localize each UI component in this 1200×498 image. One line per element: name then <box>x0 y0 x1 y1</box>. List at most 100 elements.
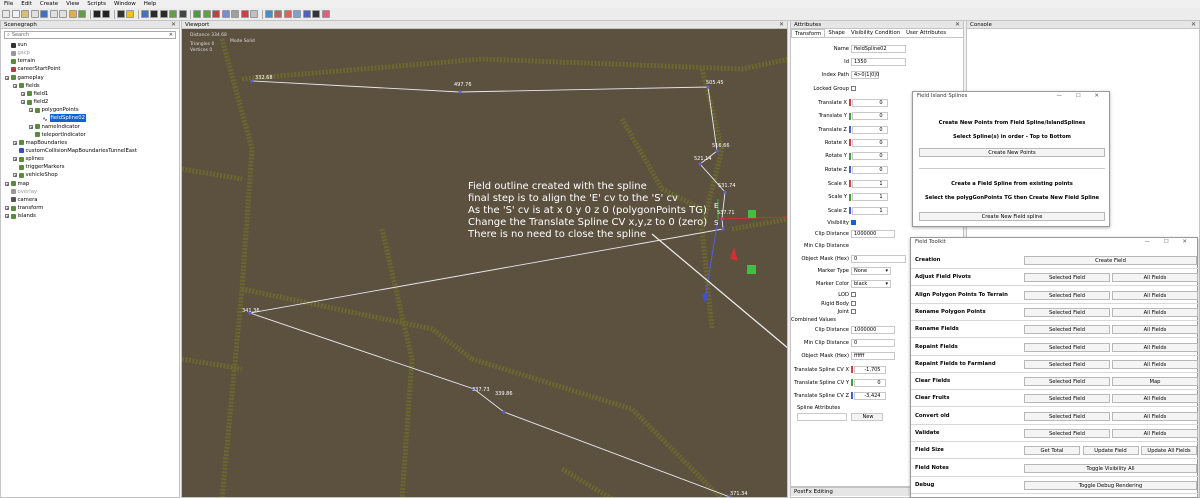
tree-item[interactable]: + splines <box>13 155 44 163</box>
expand-toggle-icon[interactable]: + <box>13 157 17 162</box>
toolkit-button[interactable]: All Fields <box>1112 273 1198 283</box>
menu-file[interactable]: File <box>0 0 17 8</box>
combined-min-clip-field[interactable]: 0 <box>851 338 895 347</box>
tree-item[interactable]: gscp <box>5 49 30 57</box>
gizmo-handle[interactable] <box>747 265 756 274</box>
menu-edit[interactable]: Edit <box>17 0 36 8</box>
terrain-view[interactable]: 332.68 497.76 505.45 516.66 521.14 531.74 537.… <box>182 29 788 498</box>
spline-cv-point[interactable] <box>458 90 462 94</box>
translate-field[interactable]: 0 <box>851 125 888 134</box>
combined-clip-field[interactable]: 1000000 <box>851 325 895 334</box>
tree-item[interactable]: + vehicleShop <box>13 171 58 179</box>
toolkit-button[interactable]: All Fields <box>1112 394 1198 404</box>
expand-toggle-icon[interactable]: + <box>29 108 33 113</box>
spline-cv-field[interactable]: -1,705 <box>853 365 886 374</box>
locked-group-checkbox[interactable] <box>851 86 856 91</box>
toolbar-tool-icon[interactable] <box>193 10 201 18</box>
toolbar-tool-icon[interactable] <box>274 10 282 18</box>
toolkit-button[interactable]: Selected Field <box>1024 307 1110 317</box>
tab-transform[interactable]: Transform <box>791 29 826 37</box>
toolbar-tool-icon[interactable] <box>212 10 220 18</box>
tree-item[interactable]: + mapBoundaries <box>13 139 67 147</box>
spline-cv-point[interactable] <box>250 79 254 83</box>
spline-cv-point[interactable] <box>502 410 506 414</box>
tree-item[interactable]: + gameplay <box>5 74 44 82</box>
toolbar-tool-icon[interactable] <box>78 10 86 18</box>
menu-view[interactable]: View <box>62 0 83 8</box>
clip-distance-field[interactable]: 1000000 <box>851 229 895 238</box>
toolkit-button[interactable]: All Fields <box>1112 359 1198 369</box>
expand-toggle-icon[interactable]: + <box>5 181 9 186</box>
toolkit-button[interactable]: All Fields <box>1112 290 1198 300</box>
toolkit-button[interactable]: Toggle Debug Rendering <box>1024 480 1197 490</box>
tree-item[interactable]: + map <box>5 180 29 188</box>
close-icon[interactable]: ✕ <box>171 21 176 29</box>
toolkit-button[interactable]: Get Total <box>1024 446 1080 456</box>
toolkit-button[interactable]: Selected Field <box>1024 325 1110 335</box>
rotate-field[interactable]: 0 <box>851 152 888 160</box>
menu-window[interactable]: Window <box>110 0 140 8</box>
tree-item[interactable]: + field1 <box>21 90 48 98</box>
toolkit-button[interactable]: Selected Field <box>1024 273 1110 283</box>
toolkit-button[interactable]: Selected Field <box>1024 411 1110 421</box>
tree-item[interactable]: careerStartPoint <box>5 65 61 73</box>
toolbar-tool-icon[interactable] <box>40 10 48 18</box>
close-icon[interactable]: ✕ <box>779 21 784 29</box>
visibility-checkbox[interactable] <box>851 220 856 225</box>
toolbar-tool-icon[interactable] <box>150 10 158 18</box>
toolkit-button[interactable]: Selected Field <box>1024 290 1110 300</box>
toolbar-tool-icon[interactable] <box>21 10 29 18</box>
tree-item[interactable]: + fields <box>13 82 40 90</box>
expand-toggle-icon[interactable]: + <box>5 214 9 219</box>
toolbar-tool-icon[interactable] <box>169 10 177 18</box>
spline-cv-field[interactable]: 0 <box>853 378 886 387</box>
viewport-panel[interactable]: Viewport ✕ 332.68 497.76 505.45 516.66 521.14… <box>181 20 788 498</box>
menu-create[interactable]: Create <box>36 0 62 8</box>
new-button[interactable]: New <box>851 412 883 421</box>
toolbar-tool-icon[interactable] <box>11 10 20 18</box>
scale-field[interactable]: 1 <box>851 179 888 188</box>
create-new-field-spline-button[interactable]: Create New Field spline <box>919 212 1105 221</box>
marker-color-dropdown[interactable]: black <box>851 279 891 288</box>
spline-cv-field[interactable]: -3,424 <box>853 391 886 400</box>
close-icon[interactable]: ✕ <box>955 21 960 29</box>
search-input[interactable]: ⌕ Search ✕ <box>4 31 176 39</box>
toolbar-tool-icon[interactable] <box>116 10 125 18</box>
tree-item[interactable]: sun <box>5 41 27 49</box>
gizmo-handle[interactable] <box>748 210 756 218</box>
rotate-field[interactable]: 0 <box>851 165 888 174</box>
create-new-points-button[interactable]: Create New Points <box>919 148 1105 157</box>
menu-scripts[interactable]: Scripts <box>83 0 110 8</box>
id-field[interactable]: 1350 <box>851 57 906 66</box>
expand-toggle-icon[interactable]: + <box>5 75 9 80</box>
spline-cv-point[interactable] <box>715 149 719 153</box>
toolkit-button[interactable]: All Fields <box>1112 411 1198 421</box>
toolbar-tool-icon[interactable] <box>231 10 239 18</box>
toolkit-button[interactable]: Selected Field <box>1024 394 1110 404</box>
toolkit-button[interactable]: All Fields <box>1112 429 1198 438</box>
toolbar-tool-icon[interactable] <box>159 10 168 18</box>
spline-cv-point[interactable] <box>723 190 727 194</box>
spline-cv-point[interactable] <box>721 227 725 231</box>
tree-item[interactable]: overlay <box>5 188 37 196</box>
toolbar-tool-icon[interactable] <box>2 10 10 18</box>
index-path-field[interactable]: 4>0|1|0|0 <box>851 70 879 79</box>
tree-item[interactable]: + transform <box>5 204 43 212</box>
spline-attr-input[interactable] <box>797 412 847 421</box>
toolkit-button[interactable]: Map <box>1112 377 1198 387</box>
tree-item[interactable]: + field2 <box>21 98 48 106</box>
toolbar-tool-icon[interactable] <box>202 10 211 18</box>
rigid-body-checkbox[interactable] <box>851 301 856 306</box>
toolbar-tool-icon[interactable] <box>264 10 273 18</box>
expand-toggle-icon[interactable]: + <box>13 173 17 178</box>
toolbar-tool-icon[interactable] <box>240 10 249 18</box>
tab-user-attributes[interactable]: User Attributes <box>903 29 949 37</box>
tree-item[interactable]: terrain <box>5 57 35 65</box>
tree-item[interactable]: teleportIndicator <box>29 131 86 139</box>
clear-search-icon[interactable]: ✕ <box>169 32 173 38</box>
tree-item[interactable]: + nameIndicator <box>29 123 80 131</box>
tree-item[interactable]: customCollisionMapBoundariesTunnelEast <box>13 147 137 155</box>
window-controls-icon[interactable]: — ☐ ✕ <box>1056 92 1105 101</box>
toolkit-button[interactable]: Selected Field <box>1024 359 1110 369</box>
scale-field[interactable]: 1 <box>851 193 888 201</box>
